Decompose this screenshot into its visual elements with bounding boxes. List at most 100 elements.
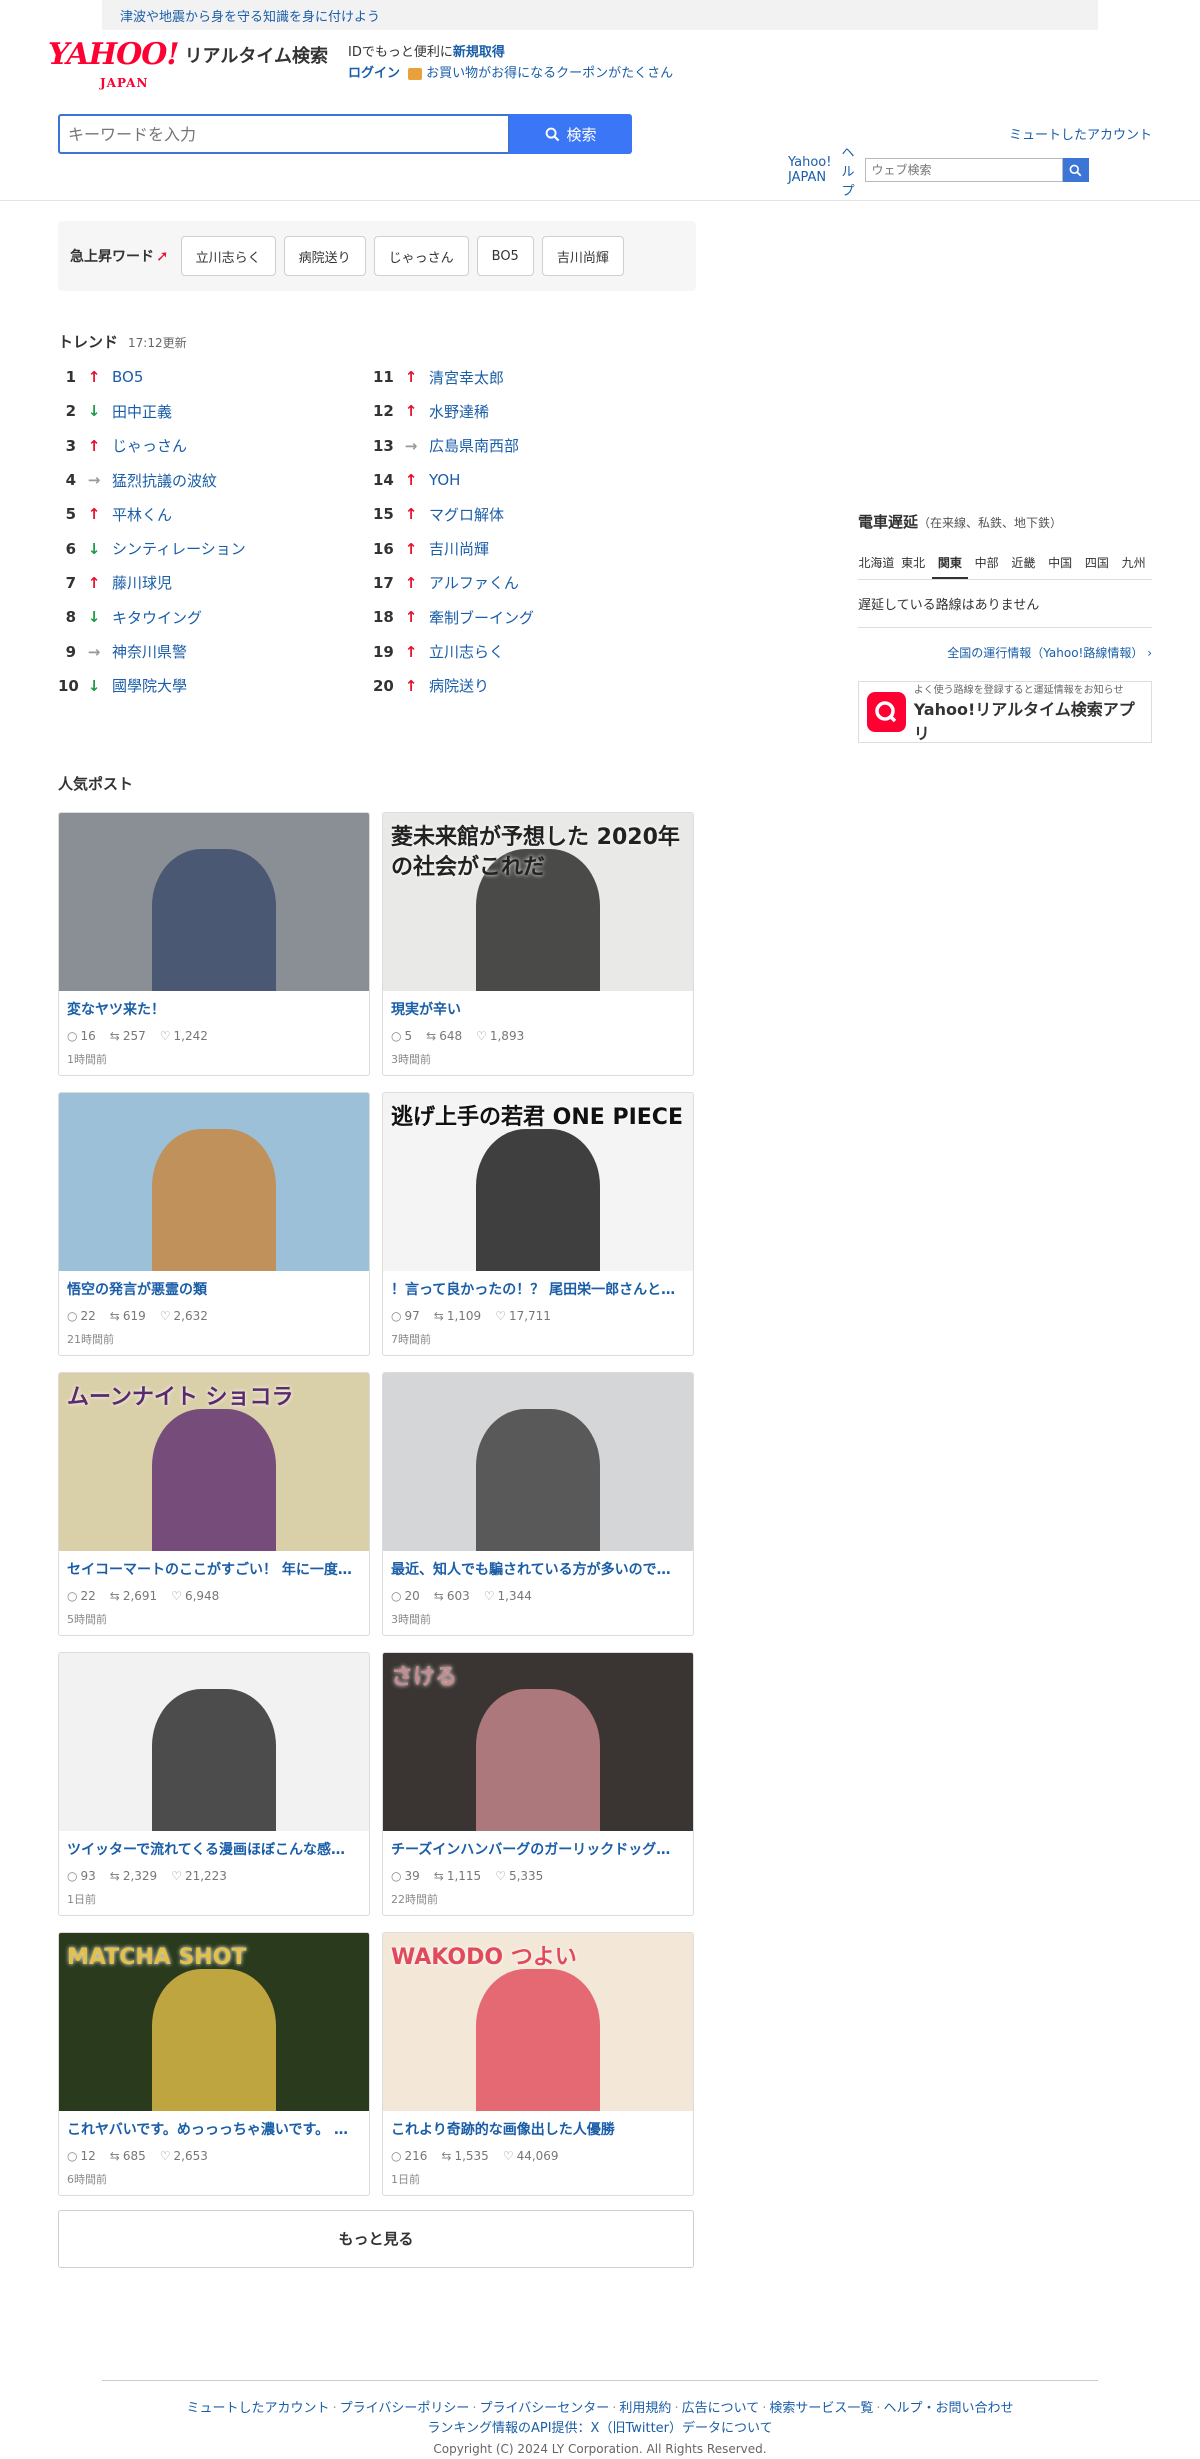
trend-word-link[interactable]: 國學院大學	[112, 675, 187, 696]
trend-word-link[interactable]: キタウイング	[112, 607, 202, 628]
footer-link[interactable]: 検索サービス一覧	[769, 2401, 873, 2416]
trend-word-link[interactable]: アルファくん	[429, 572, 519, 593]
post-title[interactable]: これヤバいです。めっっっちゃ濃いです。 …	[67, 2119, 361, 2139]
post-title[interactable]: チーズインハンバーグのガーリックドッグ…	[391, 1839, 685, 1859]
reply-icon: ○	[67, 1028, 78, 1043]
footer-link[interactable]: 広告について	[682, 2401, 760, 2416]
trend-rank: 12	[373, 402, 394, 421]
post-image[interactable]	[59, 812, 369, 991]
reply-icon: ○	[67, 2148, 78, 2163]
coupon-link[interactable]: お買い物がお得になるクーポンがたくさん	[426, 66, 673, 81]
trend-word-link[interactable]: マグロ解体	[429, 504, 504, 525]
post-card[interactable]: 逃げ上手の若君 ONE PIECE ！言って良かったの！？ 尾田栄一郎さんと… ○ 9…	[382, 1091, 694, 1356]
right-column: 電車遅延（在来線、私鉄、地下鉄） 北海道 東北 関東 中部 近畿 中国 四国 九州 遅延してい…	[858, 201, 1152, 2268]
keyword-input[interactable]	[58, 114, 510, 154]
post-card[interactable]: WAKODO つよい これより奇跡的な画像出した人優勝 ○ 216 ⇆ 1,535 ♡ 44,…	[382, 1931, 694, 2196]
post-image[interactable]	[59, 1092, 369, 1271]
footer-separator: ·	[876, 2400, 881, 2416]
trend-word-link[interactable]: 吉川尚輝	[429, 538, 489, 559]
post-time: 22時間前	[391, 1892, 438, 1906]
rising-word-chip[interactable]: 立川志らく	[180, 236, 276, 276]
disaster-notice-link[interactable]: 津波や地震から身を守る知識を身に付けよう	[120, 6, 380, 25]
footer-link[interactable]: ヘルプ・お問い合わせ	[884, 2401, 1014, 2416]
post-card[interactable]: ツイッターで流れてくる漫画ほぼこんな感… ○ 93 ⇆ 2,329 ♡ 21,223 1日前	[58, 1651, 370, 1916]
rising-word-chip[interactable]: じゃっさん	[373, 236, 469, 276]
trend-row: 13 → 広島県南西部	[373, 429, 688, 463]
reply-icon: ○	[391, 1868, 402, 1883]
trend-word-link[interactable]: 水野達稀	[429, 401, 489, 422]
post-image[interactable]: ムーンナイト ショコラ	[59, 1372, 369, 1551]
region-tab[interactable]: 近畿	[1005, 548, 1042, 579]
post-image[interactable]: さける	[383, 1652, 693, 1831]
trend-word-link[interactable]: 田中正義	[112, 401, 172, 422]
trend-down-arrow-icon: ↓	[87, 608, 101, 627]
yahoo-logo: YAHOO! JAPAN	[48, 37, 180, 91]
post-card[interactable]: 菱未来館が予想した 2020年の社会がこれだ 現実が辛い ○ 5 ⇆ 648 ♡ 1,893 3…	[382, 811, 694, 1076]
region-tab[interactable]: 東北	[895, 548, 932, 579]
post-title[interactable]: ！言って良かったの！？ 尾田栄一郎さんと…	[391, 1279, 685, 1299]
repost-count: ⇆ 603	[433, 1588, 470, 1603]
post-title[interactable]: セイコーマートのここがすごい！ 年に一度…	[67, 1559, 361, 1579]
trend-word-link[interactable]: シンティレーション	[112, 538, 246, 559]
api-info-link[interactable]: ランキング情報のAPI提供：X（旧Twitter）データについて	[427, 2421, 772, 2436]
region-tab[interactable]: 四国	[1079, 548, 1116, 579]
trend-word-link[interactable]: じゃっさん	[112, 435, 187, 456]
region-tab[interactable]: 中部	[968, 548, 1005, 579]
post-title[interactable]: 最近、知人でも騙されている方が多いので…	[391, 1559, 685, 1579]
post-card[interactable]: さける チーズインハンバーグのガーリックドッグ… ○ 39 ⇆ 1,115 ♡ 5,335 22…	[382, 1651, 694, 1916]
login-link[interactable]: ログイン	[348, 66, 400, 81]
post-image[interactable]	[59, 1652, 369, 1831]
rising-word-chip[interactable]: BO5	[476, 236, 534, 276]
post-card[interactable]: 変なヤツ来た！ ○ 16 ⇆ 257 ♡ 1,242 1時間前	[58, 811, 370, 1076]
trend-word-link[interactable]: 立川志らく	[429, 641, 504, 662]
footer-separator: ·	[762, 2400, 767, 2416]
post-title[interactable]: 悟空の発言が悪霊の類	[67, 1279, 361, 1299]
post-image[interactable]: 菱未来館が予想した 2020年の社会がこれだ	[383, 812, 693, 991]
trend-word-link[interactable]: YOH	[429, 471, 460, 489]
rising-word-chip[interactable]: 吉川尚輝	[541, 236, 624, 276]
post-title[interactable]: 現実が辛い	[391, 999, 685, 1019]
trend-word-link[interactable]: 清宮幸太郎	[429, 367, 504, 388]
post-image[interactable]: 逃げ上手の若君 ONE PIECE	[383, 1092, 693, 1271]
search-button[interactable]: 検索	[510, 114, 632, 154]
post-title[interactable]: ツイッターで流れてくる漫画ほぼこんな感…	[67, 1839, 361, 1859]
footer-link[interactable]: ミュートしたアカウント	[186, 2401, 329, 2416]
rising-word-chip[interactable]: 病院送り	[283, 236, 366, 276]
post-image[interactable]: MATCHA SHOT	[59, 1932, 369, 2111]
muted-accounts-link[interactable]: ミュートしたアカウント	[1009, 124, 1152, 143]
region-tab[interactable]: 北海道	[858, 548, 895, 579]
search-button-label: 検索	[566, 125, 597, 144]
heart-icon: ♡	[495, 1868, 506, 1883]
trend-word-link[interactable]: BO5	[112, 368, 143, 386]
trend-word-link[interactable]: 猛烈抗議の波紋	[112, 470, 217, 491]
trend-word-link[interactable]: 藤川球児	[112, 572, 172, 593]
region-tab[interactable]: 中国	[1042, 548, 1079, 579]
signup-link[interactable]: 新規取得	[453, 45, 505, 60]
trend-word-link[interactable]: 神奈川県警	[112, 641, 187, 662]
region-tab[interactable]: 関東	[931, 548, 969, 579]
app-banner[interactable]: よく使う路線を登録すると運延情報をお知らせ Yahoo!リアルタイム検索アプリ	[858, 681, 1152, 743]
post-time: 1日前	[67, 1892, 96, 1906]
post-card[interactable]: MATCHA SHOT これヤバいです。めっっっちゃ濃いです。 … ○ 12 ⇆ 685 ♡…	[58, 1931, 370, 2196]
logo[interactable]: YAHOO! JAPAN リアルタイム検索	[48, 37, 328, 91]
post-title[interactable]: 変なヤツ来た！	[67, 999, 361, 1019]
train-info-link[interactable]: 全国の運行情報（Yahoo!路線情報） ›	[947, 646, 1152, 660]
footer-link[interactable]: プライバシーセンター	[480, 2401, 610, 2416]
footer-link[interactable]: プライバシーポリシー	[340, 2401, 470, 2416]
trend-word-link[interactable]: 病院送り	[429, 675, 489, 696]
trend-word-link[interactable]: 広島県南西部	[429, 435, 519, 456]
post-card[interactable]: 悟空の発言が悪霊の類 ○ 22 ⇆ 619 ♡ 2,632 21時間前	[58, 1091, 370, 1356]
trend-up-arrow-icon: ↑	[87, 505, 101, 524]
region-tab[interactable]: 九州	[1115, 548, 1152, 579]
trend-word-link[interactable]: 平林くん	[112, 504, 172, 525]
post-card[interactable]: ムーンナイト ショコラ セイコーマートのここがすごい！ 年に一度… ○ 22 ⇆ 2,69…	[58, 1371, 370, 1636]
footer-link[interactable]: 利用規約	[619, 2401, 671, 2416]
post-stats: ○ 93 ⇆ 2,329 ♡ 21,223	[67, 1869, 361, 1883]
post-image[interactable]	[383, 1372, 693, 1551]
more-button[interactable]: もっと見る	[58, 2209, 694, 2268]
post-image[interactable]: WAKODO つよい	[383, 1932, 693, 2111]
trend-word-link[interactable]: 牽制ブーイング	[429, 607, 534, 628]
trend-row: 9 → 神奈川県警	[58, 634, 373, 668]
post-title[interactable]: これより奇跡的な画像出した人優勝	[391, 2119, 685, 2139]
post-card[interactable]: 最近、知人でも騙されている方が多いので… ○ 20 ⇆ 603 ♡ 1,344 3時間前	[382, 1371, 694, 1636]
